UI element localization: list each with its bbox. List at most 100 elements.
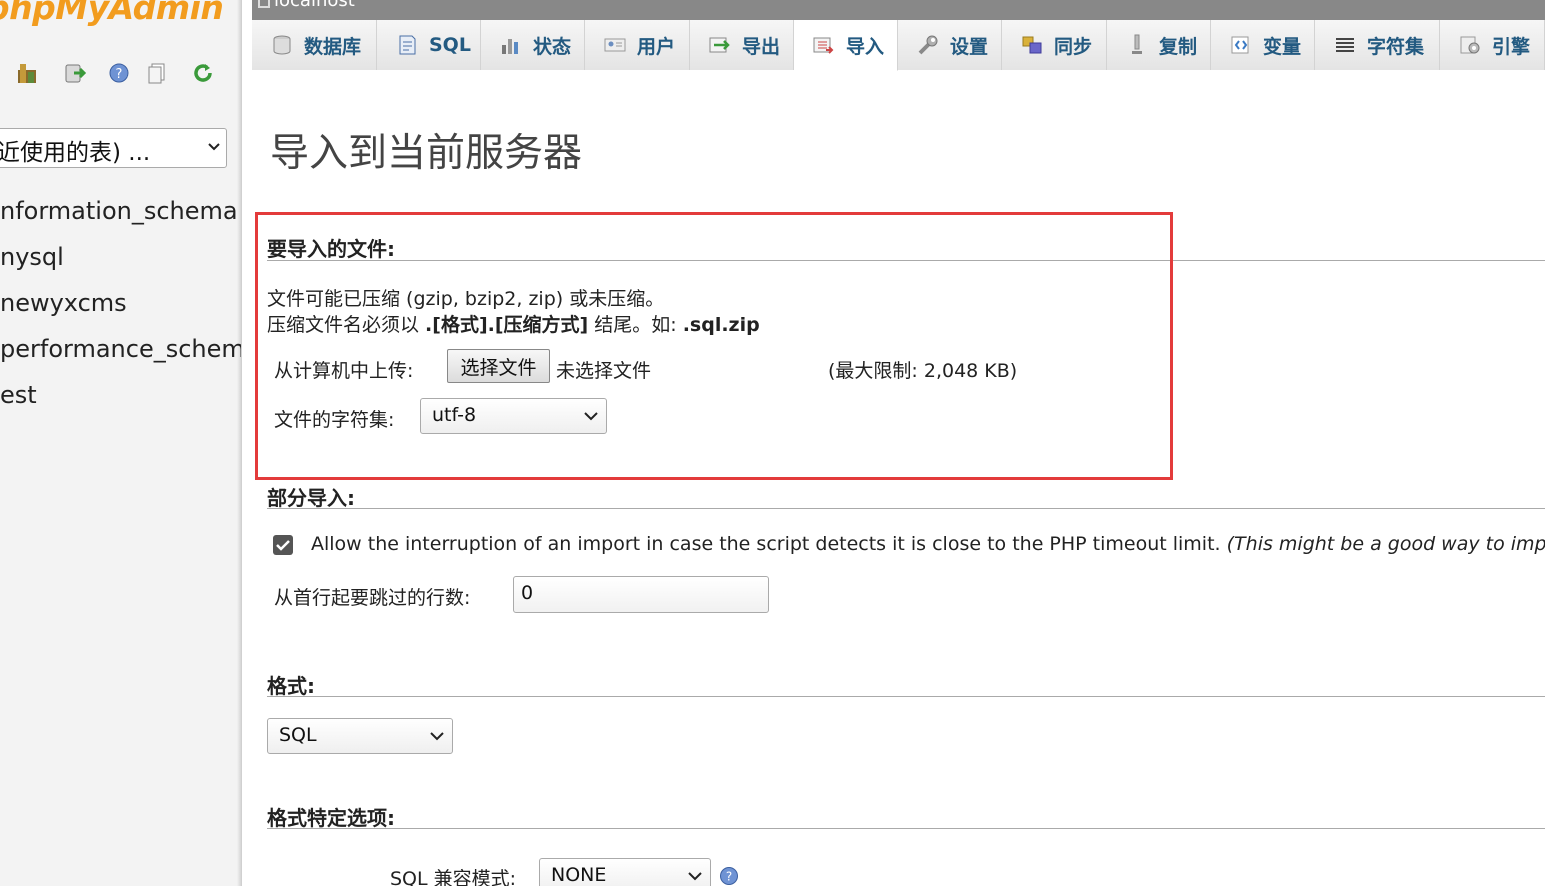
sync-icon	[1022, 36, 1042, 54]
tab-label: 导入	[846, 35, 885, 58]
tab-label: 状态	[533, 35, 572, 58]
tab-sync[interactable]: 同步	[1002, 20, 1107, 70]
no-file-chosen-text: 未选择文件	[556, 360, 652, 382]
wrench-icon	[918, 35, 938, 55]
top-menu-tabs: 数据库 SQL 状态 用户 导出 导入 设置 同步 复制 变量 字符集 引擎	[252, 20, 1545, 71]
section-divider	[267, 828, 1545, 829]
tab-sql[interactable]: SQL	[377, 20, 481, 70]
chevron-down-icon	[430, 732, 444, 741]
status-icon	[502, 39, 518, 54]
server-link[interactable]: localhost	[274, 0, 355, 11]
database-name[interactable]: performance_schema	[0, 335, 241, 363]
skip-rows-label: 从首行起要跳过的行数:	[274, 587, 471, 609]
tab-label: 导出	[742, 35, 781, 58]
compression-format: .[格式].[压缩方式]	[425, 314, 589, 336]
tab-settings[interactable]: 设置	[898, 20, 1002, 70]
database-item[interactable]: nformation_schema	[0, 193, 241, 239]
svg-text:?: ?	[726, 870, 732, 884]
database-icon	[273, 35, 291, 55]
tab-charset[interactable]: 字符集	[1315, 20, 1440, 70]
tab-label: 数据库	[304, 35, 362, 58]
replication-icon	[1132, 34, 1142, 54]
export-icon	[709, 37, 730, 53]
charset-icon	[1336, 38, 1354, 52]
database-item[interactable]: performance_schema	[0, 331, 241, 377]
tab-label: 设置	[950, 35, 989, 58]
reload-icon[interactable]	[192, 62, 214, 84]
home-icon[interactable]	[16, 62, 38, 84]
format-options-heading: 格式特定选项:	[267, 806, 395, 830]
compression-info: 文件可能已压缩 (gzip, bzip2, zip) 或未压缩。	[267, 288, 665, 310]
tab-import[interactable]: 导入	[794, 20, 898, 71]
format-select[interactable]: SQL	[267, 718, 453, 754]
navigation-panel: phpMyAdmin ? 近使用的表) ... nformation_schem…	[0, 0, 242, 886]
database-item[interactable]: est	[0, 377, 241, 423]
tab-label: SQL	[429, 34, 471, 56]
tab-variables[interactable]: 变量	[1211, 20, 1315, 70]
tab-replication[interactable]: 复制	[1107, 20, 1211, 70]
compression-rule-mid: 结尾。如:	[588, 314, 683, 336]
sql-compat-label: SQL 兼容模式:	[390, 868, 517, 886]
engine-icon	[1460, 36, 1480, 54]
upload-label: 从计算机中上传:	[274, 360, 414, 382]
charset-value: utf-8	[432, 404, 477, 426]
charset-select[interactable]: utf-8	[420, 398, 607, 434]
tab-label: 变量	[1263, 35, 1302, 58]
allow-interrupt-text: Allow the interruption of an import in c…	[311, 533, 1221, 555]
format-value: SQL	[279, 724, 317, 746]
charset-label: 文件的字符集:	[274, 409, 395, 431]
tab-label: 引擎	[1492, 35, 1531, 58]
partial-section-heading: 部分导入:	[267, 486, 355, 510]
variables-icon	[1231, 36, 1249, 54]
section-divider	[267, 508, 1545, 509]
skip-rows-input[interactable]: 0	[513, 576, 769, 613]
compression-rule-prefix: 压缩文件名必须以	[267, 314, 426, 336]
recent-tables-select[interactable]: 近使用的表) ...	[0, 128, 227, 168]
tab-engines[interactable]: 引擎	[1440, 20, 1545, 70]
compression-rule: 压缩文件名必须以 .[格式].[压缩方式] 结尾。如: .sql.zip	[267, 310, 760, 337]
svg-text:?: ?	[116, 67, 123, 82]
page-title: 导入到当前服务器	[270, 131, 583, 176]
database-item[interactable]: newyxcms	[0, 285, 241, 331]
server-icon	[258, 0, 270, 8]
section-divider	[267, 696, 1545, 697]
database-name[interactable]: nformation_schema	[0, 197, 238, 225]
choose-file-button[interactable]: 选择文件	[447, 349, 550, 383]
help-icon[interactable]: ?	[719, 866, 739, 886]
tab-label: 用户	[637, 35, 676, 58]
import-icon	[813, 37, 834, 54]
tab-label: 同步	[1054, 35, 1093, 58]
database-list: nformation_schema nysql newyxcms perform…	[0, 193, 241, 423]
chevron-down-icon	[584, 412, 598, 421]
allow-interrupt-checkbox[interactable]	[273, 535, 293, 555]
tab-export[interactable]: 导出	[690, 20, 794, 70]
database-item[interactable]: nysql	[0, 239, 241, 285]
server-breadcrumb: localhost	[252, 0, 1545, 20]
chevron-down-icon	[208, 143, 220, 151]
file-section-heading: 要导入的文件:	[267, 237, 395, 261]
database-name[interactable]: est	[0, 381, 37, 409]
phpmyadmin-logo[interactable]: phpMyAdmin	[0, 0, 224, 27]
recent-tables-value: 近使用的表) ...	[0, 140, 151, 166]
tab-databases[interactable]: 数据库	[252, 20, 377, 70]
sql-icon	[399, 35, 416, 55]
tab-label: 字符集	[1367, 35, 1425, 58]
logout-icon[interactable]	[64, 62, 86, 84]
sql-compat-select[interactable]: NONE	[539, 858, 711, 886]
allow-interrupt-note: (This might be a good way to impo	[1226, 533, 1545, 555]
tab-label: 复制	[1159, 35, 1198, 58]
chevron-down-icon	[688, 872, 702, 881]
allow-interrupt-label[interactable]: Allow the interruption of an import in c…	[311, 533, 1545, 555]
database-name[interactable]: newyxcms	[0, 289, 127, 317]
tab-users[interactable]: 用户	[585, 20, 690, 70]
compression-example: .sql.zip	[682, 314, 760, 336]
users-icon	[604, 38, 626, 52]
sql-compat-value: NONE	[551, 864, 607, 886]
format-section-heading: 格式:	[267, 674, 315, 698]
checkmark-icon	[276, 540, 290, 551]
max-upload-limit: (最大限制: 2,048 KB)	[828, 360, 1018, 382]
database-name[interactable]: nysql	[0, 243, 64, 271]
tab-status[interactable]: 状态	[481, 20, 585, 70]
docs-icon[interactable]	[146, 62, 168, 84]
help-icon[interactable]: ?	[108, 62, 130, 84]
